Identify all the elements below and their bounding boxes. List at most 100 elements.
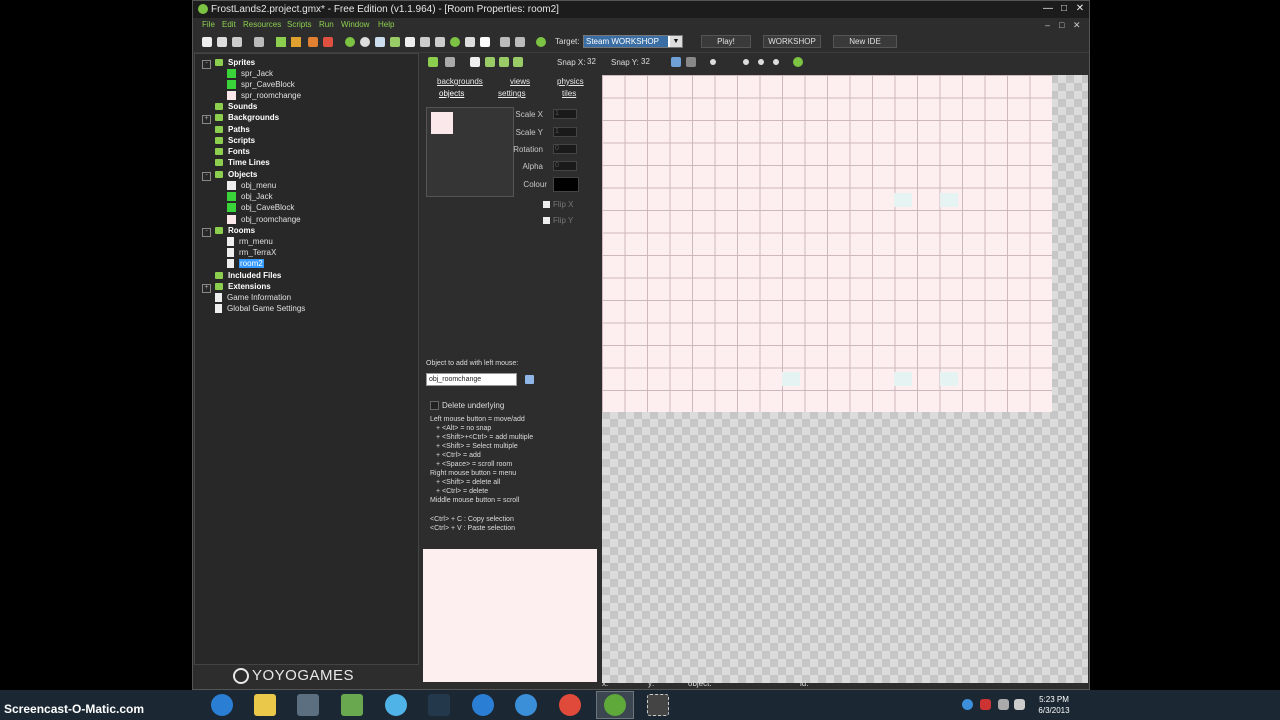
ok-check-icon[interactable] — [428, 57, 438, 67]
new-ide-button[interactable]: New IDE — [833, 35, 897, 48]
close-icon[interactable]: ✕ — [1073, 3, 1087, 15]
new-project-icon[interactable] — [202, 37, 212, 47]
mdi-close-icon[interactable]: ✕ — [1073, 20, 1081, 31]
tree-item-rm-menu[interactable]: rm_menu — [227, 236, 273, 247]
tree-sounds[interactable]: Sounds — [215, 101, 257, 112]
tab-backgrounds[interactable]: backgrounds — [437, 77, 483, 86]
scale-y-field[interactable]: 1 — [553, 127, 577, 137]
tray-flag-icon[interactable] — [980, 699, 991, 710]
network-app-icon[interactable] — [515, 694, 537, 716]
steam-app-icon[interactable] — [428, 694, 450, 716]
rotation-field[interactable]: 0 — [553, 144, 577, 154]
run-icon[interactable] — [276, 37, 286, 47]
tree-time-lines[interactable]: Time Lines — [215, 157, 270, 168]
scale-x-field[interactable]: 1 — [553, 109, 577, 119]
minecraft-icon[interactable] — [341, 694, 363, 716]
collapse-icon[interactable]: - — [202, 172, 211, 181]
internet-explorer-icon[interactable] — [211, 694, 233, 716]
tree-extensions[interactable]: Extensions — [215, 281, 271, 292]
tree-sprites[interactable]: Sprites — [215, 57, 255, 68]
tree-item-room2[interactable]: room2 — [227, 258, 264, 269]
tree-item-spr-jack[interactable]: spr_Jack — [227, 68, 273, 79]
clear-room-icon[interactable] — [470, 57, 480, 67]
menu-edit[interactable]: Edit — [222, 20, 236, 29]
taskbar-clock[interactable]: 5:23 PM 6/3/2013 — [1028, 694, 1080, 716]
room-grid[interactable] — [602, 75, 1052, 412]
colour-swatch[interactable] — [553, 177, 579, 192]
room-instance[interactable] — [940, 372, 958, 386]
tab-views[interactable]: views — [510, 77, 530, 86]
room-instance[interactable] — [894, 193, 912, 207]
create-path-icon[interactable] — [390, 37, 400, 47]
create-font-icon[interactable] — [420, 37, 430, 47]
create-included-file-icon[interactable] — [480, 37, 490, 47]
tree-paths[interactable]: Paths — [215, 124, 250, 135]
tree-game-information[interactable]: Game Information — [215, 292, 291, 303]
delete-underlying-checkbox[interactable]: Delete underlying — [430, 401, 504, 411]
browse-object-icon[interactable] — [525, 375, 534, 384]
tree-item-obj-roomchange[interactable]: obj_roomchange — [227, 214, 301, 225]
create-sound-icon[interactable] — [360, 37, 370, 47]
tray-signal-icon[interactable] — [998, 699, 1009, 710]
room-help-icon[interactable] — [793, 57, 803, 67]
menu-run[interactable]: Run — [319, 20, 334, 29]
zoom-in-icon[interactable] — [743, 59, 749, 65]
target-select[interactable]: Steam WORKSHOP ▼ — [583, 35, 683, 48]
menu-resources[interactable]: Resources — [243, 20, 281, 29]
tab-settings[interactable]: settings — [498, 89, 526, 98]
debug-icon[interactable] — [291, 37, 301, 47]
menu-window[interactable]: Window — [341, 20, 369, 29]
zoom-icon[interactable] — [710, 59, 716, 65]
tree-item-obj-jack[interactable]: obj_Jack — [227, 191, 273, 202]
clean-icon[interactable] — [323, 37, 333, 47]
create-room-icon[interactable] — [465, 37, 475, 47]
create-background-icon[interactable] — [375, 37, 385, 47]
flip-x-checkbox[interactable]: Flip X — [543, 200, 573, 209]
skype-icon[interactable] — [385, 694, 407, 716]
tree-item-spr-roomchange[interactable]: spr_roomchange — [227, 90, 301, 101]
create-script-icon[interactable] — [405, 37, 415, 47]
stop-icon[interactable] — [308, 37, 318, 47]
expand-icon[interactable]: + — [202, 284, 211, 293]
menu-scripts[interactable]: Scripts — [287, 20, 311, 29]
create-object-icon[interactable] — [450, 37, 460, 47]
tree-included-files[interactable]: Included Files — [215, 270, 281, 281]
tray-volume-icon[interactable] — [1014, 699, 1025, 710]
shift-right-icon[interactable] — [499, 57, 509, 67]
game-info-icon[interactable] — [500, 37, 510, 47]
maximize-icon[interactable]: □ — [1057, 3, 1071, 15]
workshop-button[interactable]: WORKSHOP — [763, 35, 821, 48]
zoom-out-icon[interactable] — [758, 59, 764, 65]
gamemaker-taskbar-icon[interactable] — [604, 694, 626, 716]
snap-y-field[interactable]: 32 — [641, 57, 650, 66]
export-icon[interactable] — [254, 37, 264, 47]
tab-physics[interactable]: physics — [557, 77, 584, 86]
create-timeline-icon[interactable] — [435, 37, 445, 47]
tree-fonts[interactable]: Fonts — [215, 146, 250, 157]
tray-network-icon[interactable] — [962, 699, 973, 710]
tab-objects[interactable]: objects — [439, 89, 464, 98]
global-settings-icon[interactable] — [515, 37, 525, 47]
shift-left-icon[interactable] — [485, 57, 495, 67]
expand-icon[interactable]: + — [202, 115, 211, 124]
tree-rooms[interactable]: Rooms — [215, 225, 255, 236]
room-editor-canvas[interactable] — [602, 75, 1088, 683]
steam-icon[interactable] — [297, 694, 319, 716]
room-instance[interactable] — [782, 372, 800, 386]
tree-objects[interactable]: Objects — [215, 169, 257, 180]
room-instance[interactable] — [940, 193, 958, 207]
open-project-icon[interactable] — [217, 37, 227, 47]
chrome-icon[interactable] — [559, 694, 581, 716]
play-button[interactable]: Play! — [701, 35, 751, 48]
chevron-down-icon[interactable]: ▼ — [670, 36, 682, 47]
tab-tiles[interactable]: tiles — [562, 89, 576, 98]
collapse-icon[interactable]: - — [202, 228, 211, 237]
alpha-field[interactable]: 0 — [553, 161, 577, 171]
minimize-icon[interactable]: — — [1041, 3, 1055, 15]
tree-item-rm-terrax[interactable]: rm_TerraX — [227, 247, 276, 258]
save-project-icon[interactable] — [232, 37, 242, 47]
tree-item-obj-menu[interactable]: obj_menu — [227, 180, 276, 191]
menu-file[interactable]: File — [202, 20, 215, 29]
object-to-add-field[interactable]: obj_roomchange — [426, 373, 517, 386]
isometric-grid-icon[interactable] — [686, 57, 696, 67]
